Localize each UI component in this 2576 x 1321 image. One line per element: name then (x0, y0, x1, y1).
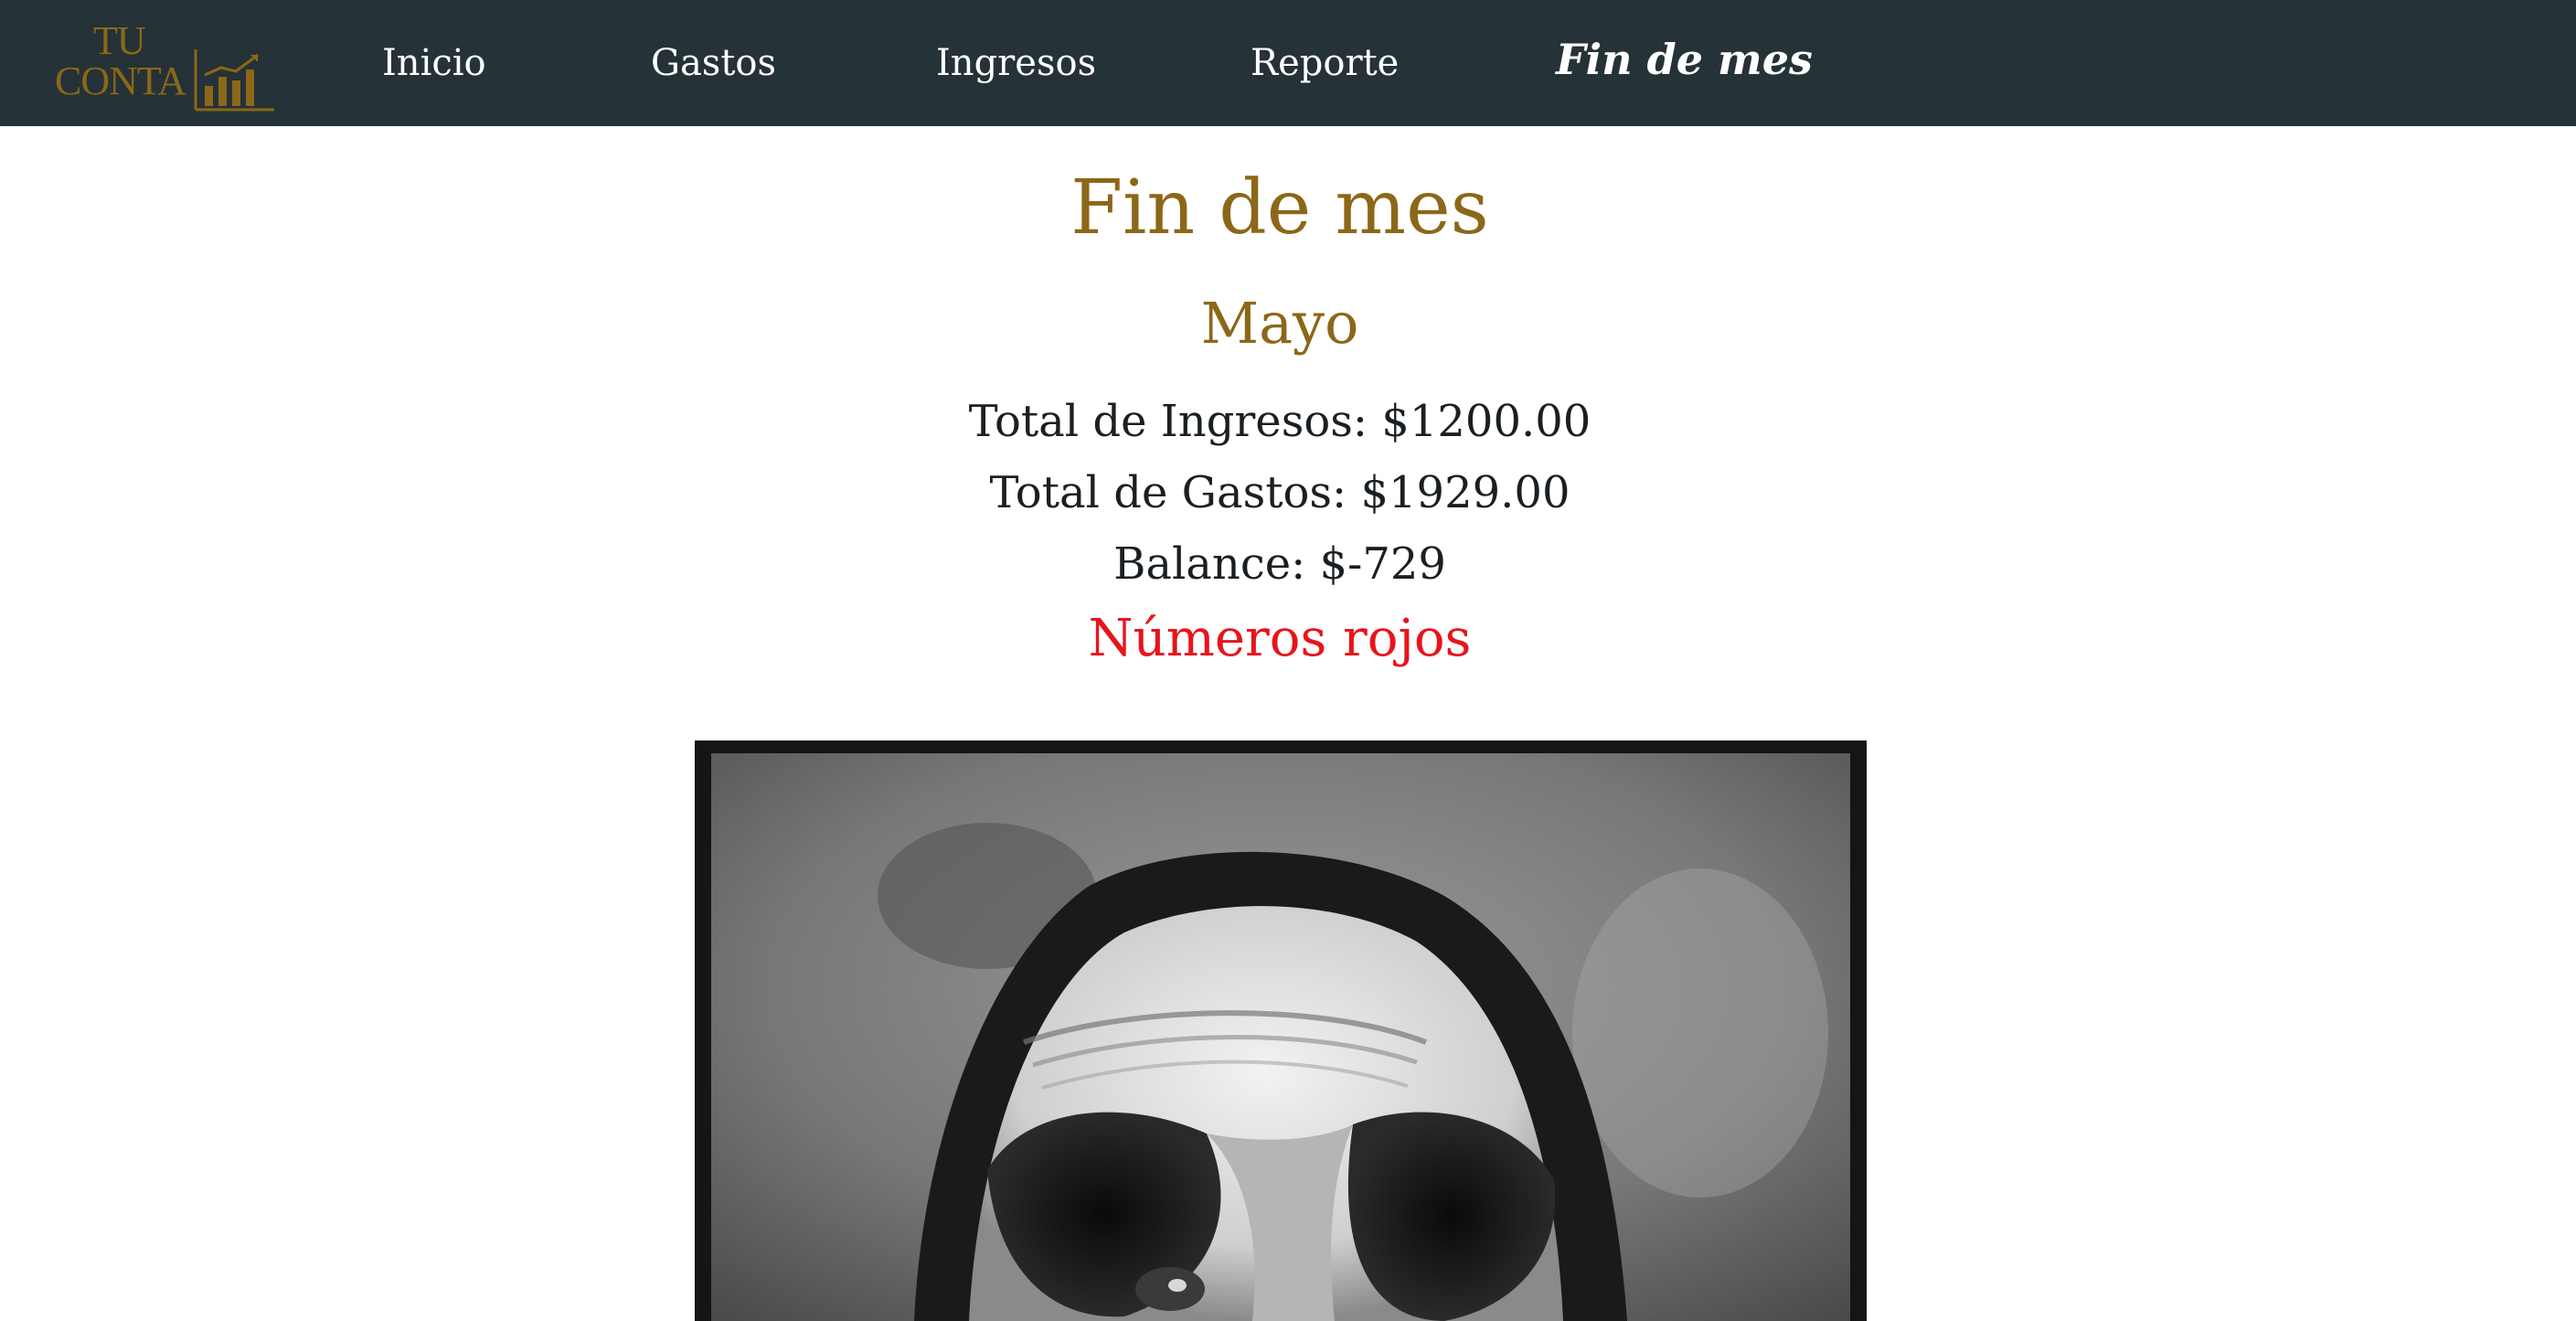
nav-fin-de-mes[interactable]: Fin de mes (1556, 37, 1813, 82)
logo-line-2: CONTA (55, 59, 186, 103)
grayscale-face-photo (695, 740, 1867, 1321)
logo-line-1: TU (93, 18, 146, 63)
balance: Balance: $-729 (1113, 538, 1446, 590)
month-heading: Mayo (1200, 290, 1359, 357)
page-title: Fin de mes (1070, 165, 1489, 251)
top-navbar: TU CONTA Inicio Gastos Ingresos Reporte … (0, 0, 2576, 126)
nav-gastos[interactable]: Gastos (651, 40, 776, 86)
result-photo (695, 740, 1867, 1321)
nav-inicio[interactable]: Inicio (382, 40, 486, 86)
total-expenses: Total de Gastos: $1929.00 (989, 467, 1570, 518)
status-message: Números rojos (1088, 609, 1472, 668)
total-income: Total de Ingresos: $1200.00 (968, 396, 1591, 447)
nav-ingresos[interactable]: Ingresos (936, 40, 1096, 86)
brand-logo[interactable]: TU CONTA (55, 20, 274, 112)
bar-chart-icon (194, 49, 274, 112)
nav-reporte[interactable]: Reporte (1251, 40, 1399, 86)
